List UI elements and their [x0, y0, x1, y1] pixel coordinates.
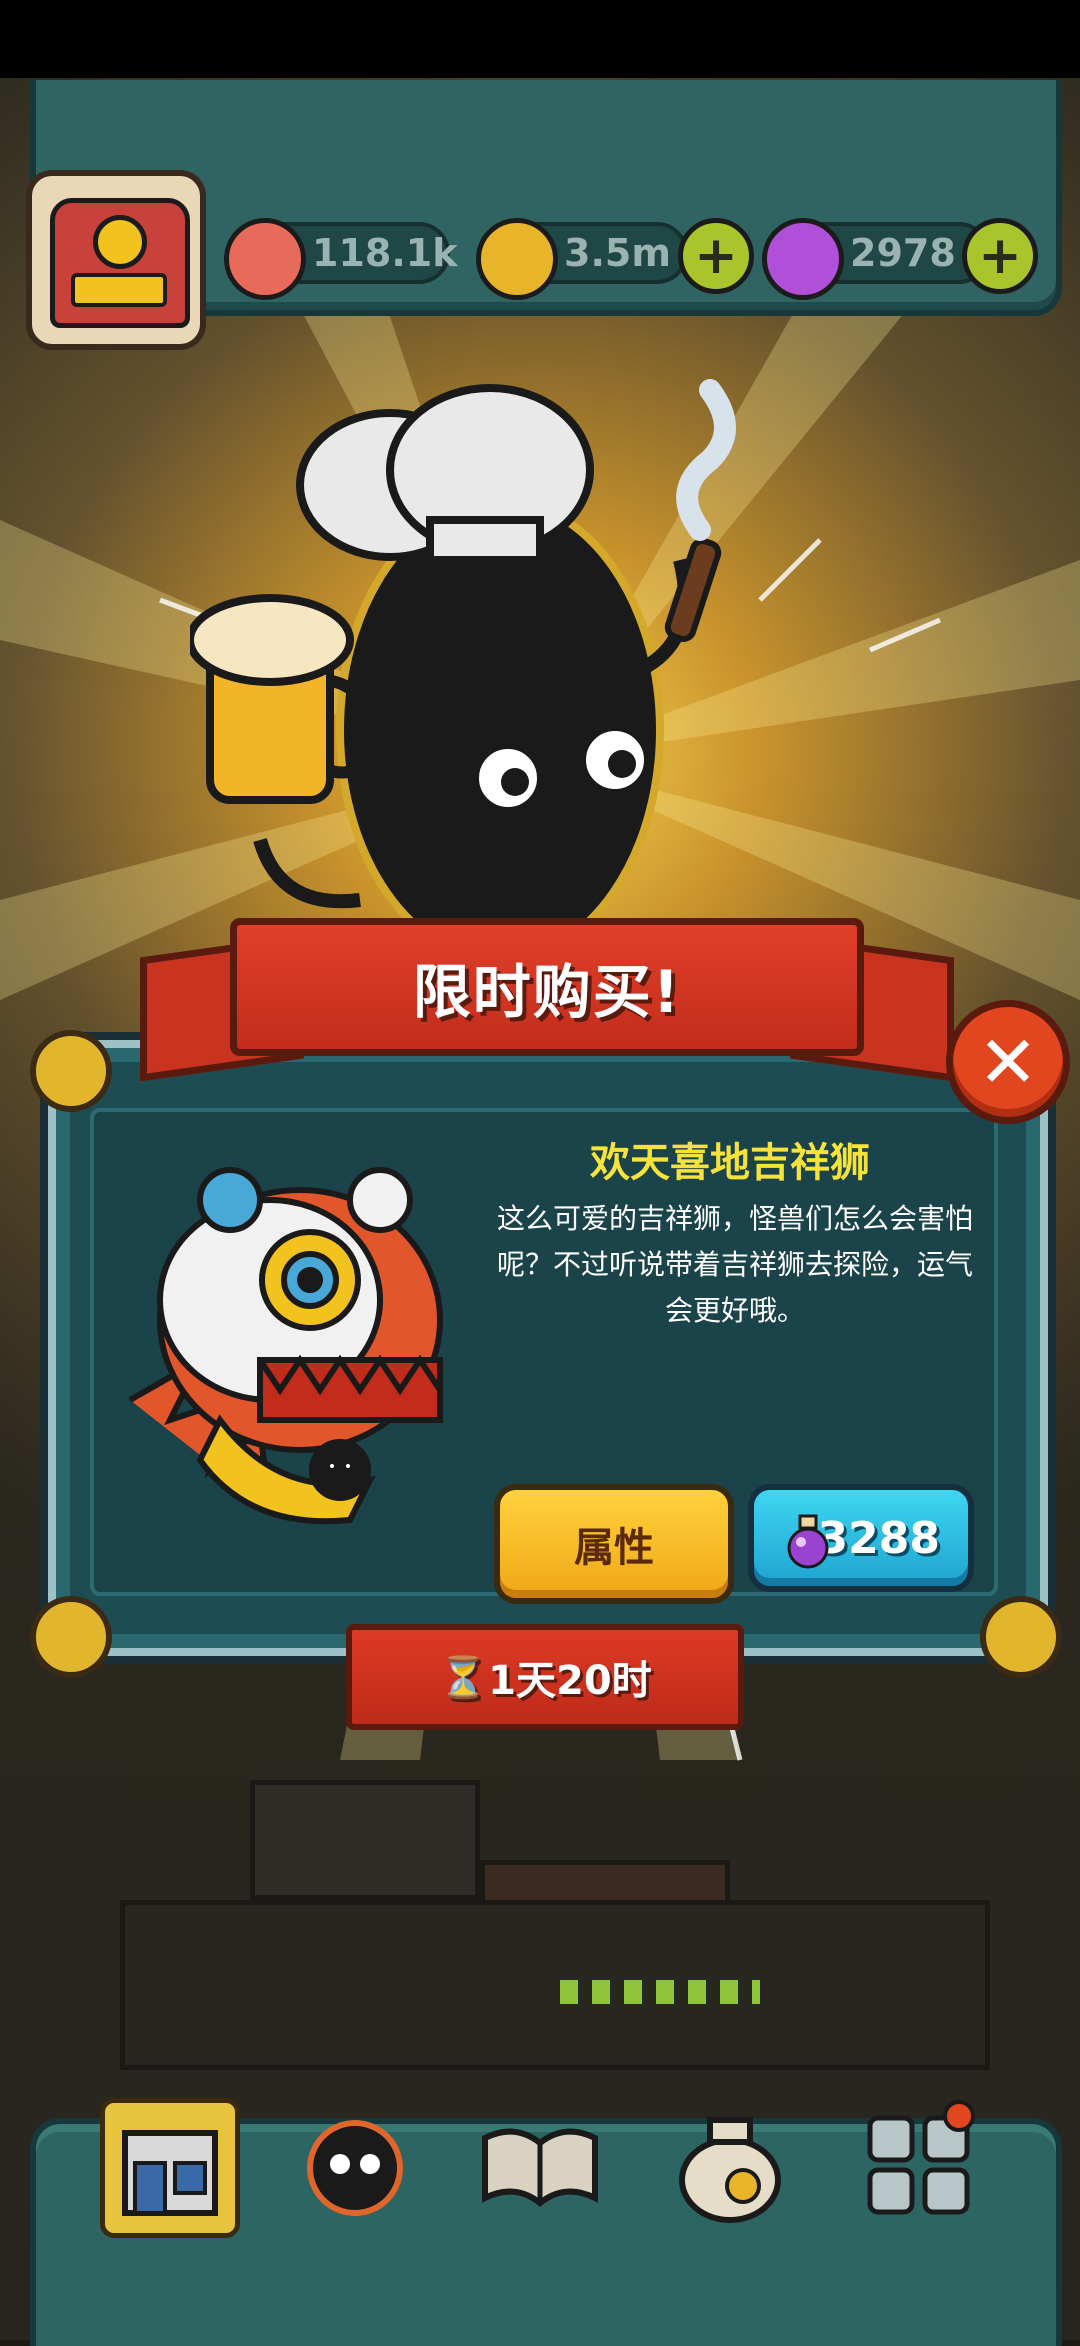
chef-mascot-illustration [190, 379, 736, 964]
potion-icon [762, 218, 844, 300]
gold-value: 3.5m [564, 231, 671, 275]
counter-lights [560, 1980, 760, 2004]
offer-timer: ⏳ 1天20时 [346, 1624, 744, 1730]
nav-restaurant[interactable] [100, 2098, 240, 2238]
close-icon: ✕ [977, 1020, 1039, 1104]
gold-counter: 3.5m [476, 218, 688, 300]
gold-coin-icon [476, 218, 558, 300]
hourglass-icon: ⏳ [438, 1654, 489, 1701]
notification-dot [943, 2100, 975, 2132]
price-value: 3288 [817, 1512, 940, 1564]
avatar-character [50, 198, 190, 328]
add-gold-button[interactable]: + [678, 218, 754, 294]
timer-value: 1天20时 [488, 1658, 652, 1704]
limited-offer-banner: 限时购买! [230, 918, 864, 1056]
avatar-mouth [71, 273, 167, 307]
restaurant-icon [122, 2130, 218, 2216]
nav-shop[interactable] [665, 2098, 795, 2228]
potion-icon [787, 1514, 829, 1569]
item-description: 这么可爱的吉祥狮，怪兽们怎么会害怕呢？不过听说带着吉祥狮去探险，运气会更好哦。 [496, 1202, 973, 1327]
potion-value: 2978 [850, 231, 956, 275]
kitchen-counter [120, 1900, 990, 2070]
potion-counter: 2978 [762, 218, 990, 300]
eyeball-icon [224, 218, 306, 300]
status-bar [0, 0, 1080, 78]
monster-icon [307, 2120, 403, 2216]
add-potion-button[interactable]: + [962, 218, 1038, 294]
nav-monsters[interactable] [290, 2098, 420, 2228]
panel-corner-ornament [30, 1030, 112, 1112]
book-icon [482, 2128, 598, 2207]
stove-prop [250, 1780, 480, 1900]
money-bag-icon [679, 2117, 781, 2223]
eyeball-value: 118.1k [312, 231, 458, 275]
grid-menu-icon [867, 2100, 975, 2215]
lion-dance-costume-icon [128, 1167, 443, 1525]
player-avatar[interactable] [26, 170, 206, 350]
attributes-button[interactable]: 属性 [494, 1484, 734, 1604]
buy-button[interactable]: 3288 [748, 1484, 974, 1592]
panel-corner-ornament [30, 1596, 112, 1678]
close-button[interactable]: ✕ [946, 1000, 1070, 1124]
item-name: 欢天喜地吉祥狮 [590, 1140, 870, 1186]
nav-recipe-book[interactable] [475, 2098, 605, 2228]
panel-corner-ornament [980, 1596, 1062, 1678]
avatar-eye [93, 215, 147, 269]
eyeball-counter: 118.1k [224, 218, 457, 300]
nav-more-menu[interactable] [855, 2098, 985, 2228]
